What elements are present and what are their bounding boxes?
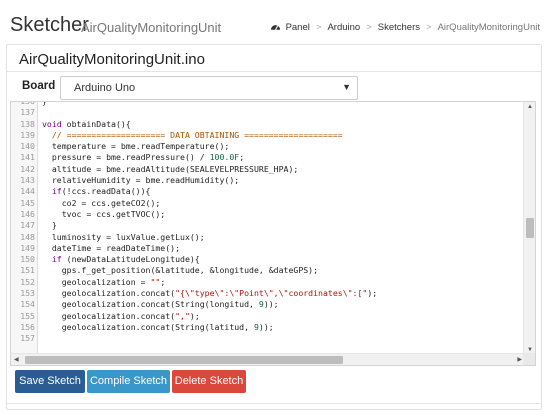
card-footer-divider [7,403,541,404]
breadcrumb-separator: > [315,22,322,33]
code-line: 156 geolocalization.concat(String(latitu… [11,322,525,333]
code-line: 141 pressure = bme.readPressure() / 100.… [11,152,525,163]
vertical-scroll-thumb[interactable] [526,218,534,238]
scroll-left-icon[interactable]: ◀ [14,356,19,363]
line-number: 150 [20,254,35,265]
line-number: 143 [20,175,35,186]
horizontal-scroll-thumb[interactable] [25,356,343,364]
line-number: 157 [20,333,35,344]
code-text: if(!ccs.readData()){ [51,186,151,197]
code-line: 154 geolocalization.concat(String(longit… [11,299,525,310]
line-number: 145 [20,197,35,208]
line-number: 137 [20,107,35,118]
line-number: 147 [20,220,35,231]
breadcrumb-item-sketchers[interactable]: Sketchers [378,22,420,33]
page-header: Sketcher AirQualityMonitoringUnit Panel … [0,0,550,44]
code-text: relativeHumidity = bme.readHumidity(); [42,175,240,186]
line-number: 151 [20,265,35,276]
code-line: 146 tvoc = ccs.getTVOC(); [11,209,525,220]
code-text: pressure = bme.readPressure() / 100.0F; [42,152,245,163]
line-number: 140 [20,141,35,152]
code-line: 157 [11,333,525,344]
horizontal-scrollbar[interactable]: ◀ ▶ [11,353,525,365]
scroll-right-icon[interactable]: ▶ [517,356,522,363]
file-title: AirQualityMonitoringUnit.ino [19,51,205,68]
code-lines: 136} 137 138 void obtainData(){139 // =====… [11,102,525,345]
code-line: 151 gps.f_get_position(&latitude, &longi… [11,265,525,276]
code-text: geolocalization.concat(","); [42,310,200,321]
chevron-down-icon: ▼ [342,82,351,92]
code-line: 140 temperature = bme.readTemperature(); [11,141,525,152]
code-text: void obtainData(){ [42,118,131,129]
save-sketch-button[interactable]: Save Sketch [15,370,85,393]
scroll-up-icon[interactable]: ▲ [527,104,533,110]
code-text: // ==================== DATA OBTAINING =… [51,129,343,140]
code-line: 148 luminosity = luxValue.getLux(); [11,232,525,243]
code-text: geolocalization.concat(String(latitud, 9… [42,321,274,332]
code-text: geolocalization.concat(String(longitud, … [42,299,279,310]
code-line: 147 } [11,220,525,231]
line-number: 156 [20,321,35,332]
board-label: Board [22,80,56,92]
code-line: 144 if(!ccs.readData()){ [11,186,525,197]
code-text: dateTime = readDateTime(); [42,242,181,253]
breadcrumb-item-panel[interactable]: Panel [270,22,310,33]
code-text: geolocalization.concat("{\"type\":\"Poin… [42,288,378,299]
line-number: 138 [20,118,35,129]
code-editor[interactable]: 136} 137 138 void obtainData(){139 // =====… [10,101,536,366]
code-text: tvoc = ccs.getTVOC(); [42,208,166,219]
line-number: 153 [20,288,35,299]
scrollbar-corner [523,353,535,365]
code-line: 138 void obtainData(){ [11,119,525,130]
page-title: Sketcher [10,14,89,36]
vertical-scrollbar[interactable]: ▲ ▼ [523,102,535,355]
line-number: 154 [20,299,35,310]
code-line: 153 geolocalization.concat("{\"type\":\"… [11,288,525,299]
board-select[interactable]: Arduino Uno ▼ [60,76,358,100]
line-number: 146 [20,208,35,219]
delete-sketch-button[interactable]: Delete Sketch [172,370,246,393]
line-number: 144 [20,186,35,197]
code-text: geolocalization = ""; [42,276,166,287]
line-number: 148 [20,231,35,242]
board-select-value: Arduino Uno [74,82,136,94]
dashboard-icon [270,25,280,30]
code-line: 137 [11,107,525,118]
code-text: temperature = bme.readTemperature(); [42,141,230,152]
breadcrumb-separator: > [426,22,432,33]
compile-sketch-button[interactable]: Compile Sketch [87,370,170,393]
breadcrumb-separator: > [366,22,372,33]
code-line: 155 geolocalization.concat(","); [11,311,525,322]
code-text: gps.f_get_position(&latitude, &longitude… [42,265,319,276]
code-line: 142 altitude = bme.readAltitude(SEALEVEL… [11,164,525,175]
line-number: 139 [20,129,35,140]
line-number: 155 [20,310,35,321]
code-text: altitude = bme.readAltitude(SEALEVELPRES… [42,163,299,174]
code-line: 152 geolocalization = ""; [11,277,525,288]
breadcrumb-item-current: AirQualityMonitoringUnit [437,22,540,33]
sketch-card: AirQualityMonitoringUnit.ino Board Ardui… [6,44,542,410]
page-subtitle: AirQualityMonitoringUnit [81,20,222,35]
card-divider [7,71,541,72]
code-line: 149 dateTime = readDateTime(); [11,243,525,254]
line-number: 142 [20,163,35,174]
code-text: if (newDataLatitudeLongitude){ [51,254,200,265]
code-text: } [42,220,57,231]
code-line: 145 co2 = ccs.geteCO2(); [11,198,525,209]
code-line: 139 // ==================== DATA OBTAINI… [11,130,525,141]
code-text: co2 = ccs.geteCO2(); [42,197,161,208]
line-number: 149 [20,242,35,253]
code-line: 143 relativeHumidity = bme.readHumidity(… [11,175,525,186]
breadcrumb: Panel > Arduino > Sketchers > AirQualityMonit… [270,22,540,33]
line-number: 152 [20,276,35,287]
code-line: 150 if (newDataLatitudeLongitude){ [11,254,525,265]
line-number: 141 [20,152,35,163]
code-text: luminosity = luxValue.getLux(); [42,231,205,242]
breadcrumb-item-arduino[interactable]: Arduino [327,22,360,33]
